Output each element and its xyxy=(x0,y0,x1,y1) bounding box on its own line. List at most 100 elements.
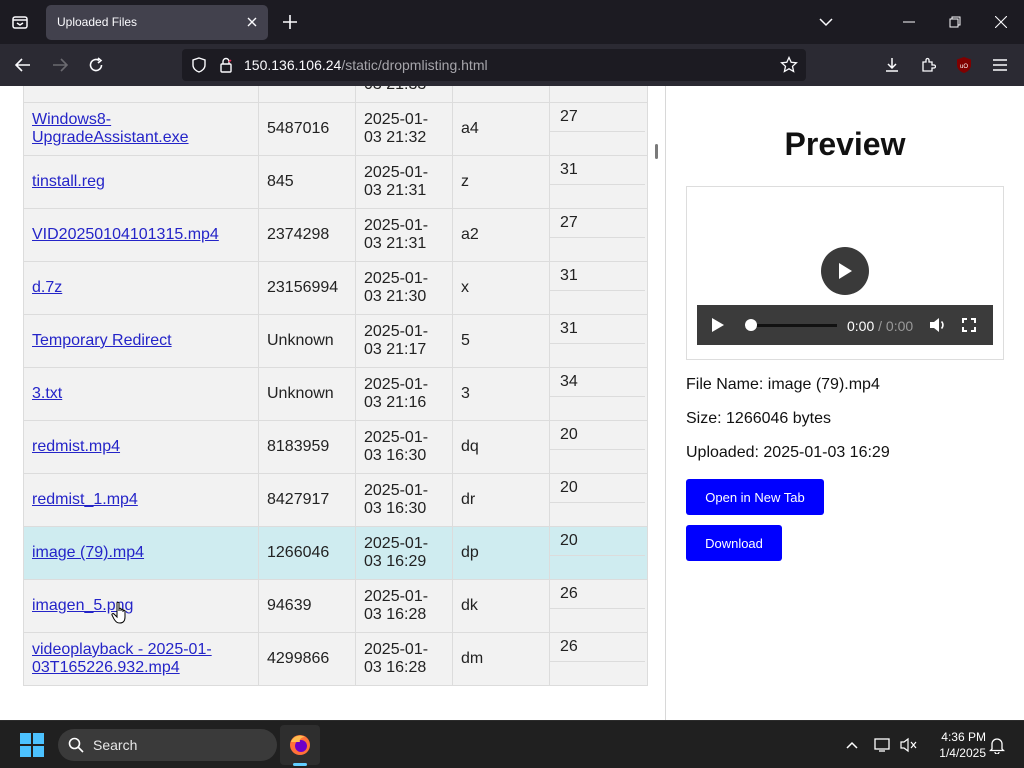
play-icon[interactable] xyxy=(709,316,727,334)
browser-tab-bar: Uploaded Files xyxy=(0,0,1024,44)
forward-arrow-icon[interactable] xyxy=(45,50,75,80)
file-num-cell: 20 xyxy=(549,473,648,527)
file-name-cell: redmist.mp4 xyxy=(23,420,259,474)
file-size-cell: 23156994 xyxy=(258,261,356,315)
file-size-cell: Unknown xyxy=(258,367,356,421)
time-display: 0:00 / 0:00 xyxy=(847,318,913,334)
firefox-taskbar-icon[interactable] xyxy=(280,725,320,765)
seek-track[interactable] xyxy=(745,324,837,327)
volume-icon[interactable] xyxy=(929,316,947,334)
chevron-down-icon[interactable] xyxy=(803,0,849,44)
file-row[interactable]: tinstall.reg 845 2025-01-03 21:31 z 31 xyxy=(23,155,648,209)
file-num-cell: 20 xyxy=(549,420,648,474)
file-num-cell: 27 xyxy=(549,208,648,262)
hand-cursor-icon xyxy=(111,601,126,624)
file-date-cell: 2025-01-03 21:33 xyxy=(355,86,453,103)
file-row[interactable]: redmist_1.mp4 8427917 2025-01-03 16:30 dr 20 xyxy=(23,473,648,527)
scrollbar-thumb[interactable] xyxy=(655,144,658,159)
file-row[interactable]: videoplayback - 2025-01-03T165226.932.mp… xyxy=(23,632,648,686)
file-link[interactable]: 3.txt xyxy=(32,385,250,403)
downloads-icon[interactable] xyxy=(877,50,907,80)
file-row[interactable]: mouse.iso12451842025-01-03 21:33a627 xyxy=(23,86,648,103)
file-link[interactable]: VID20250104101315.mp4 xyxy=(32,226,250,244)
file-num-value: 26 xyxy=(550,580,645,609)
file-row[interactable]: redmist.mp4 8183959 2025-01-03 16:30 dq 20 xyxy=(23,420,648,474)
fullscreen-icon[interactable] xyxy=(960,316,978,334)
search-label: Search xyxy=(93,737,138,753)
file-tag-cell: x xyxy=(452,261,550,315)
file-size-cell: 4299866 xyxy=(258,632,356,686)
file-link[interactable]: imagen_5.png xyxy=(32,597,250,615)
chevron-up-icon[interactable] xyxy=(842,735,862,755)
clock-date: 1/4/2025 xyxy=(939,746,986,760)
new-tab-icon[interactable] xyxy=(278,8,302,36)
file-tag-cell: 5 xyxy=(452,314,550,368)
system-clock[interactable]: 4:36 PM 1/4/2025 xyxy=(920,729,986,761)
lock-icon[interactable] xyxy=(216,55,236,75)
extensions-icon[interactable] xyxy=(913,50,943,80)
back-arrow-icon[interactable] xyxy=(8,50,38,80)
file-row[interactable]: Windows8-UpgradeAssistant.exe 5487016 2025… xyxy=(23,102,648,156)
file-num-cell: 27 xyxy=(549,102,648,156)
file-tag-cell: dm xyxy=(452,632,550,686)
file-link[interactable]: videoplayback - 2025-01-03T165226.932.mp… xyxy=(32,641,250,677)
tab-list-icon[interactable] xyxy=(6,8,34,36)
file-row[interactable]: 3.txt Unknown 2025-01-03 21:16 3 34 xyxy=(23,367,648,421)
file-name-cell: mouse.iso xyxy=(23,86,259,103)
reload-icon[interactable] xyxy=(81,50,111,80)
windows-start-icon[interactable] xyxy=(20,733,44,757)
file-num-value: 27 xyxy=(550,103,645,132)
file-link[interactable]: tinstall.reg xyxy=(32,173,250,191)
minimize-icon[interactable] xyxy=(886,0,932,44)
file-num-value: 20 xyxy=(550,527,645,556)
file-name-info: File Name: image (79).mp4 xyxy=(686,376,880,393)
time-current: 0:00 xyxy=(847,318,875,334)
file-row[interactable]: d.7z 23156994 2025-01-03 21:30 x 31 xyxy=(23,261,648,315)
file-num-cell: 34 xyxy=(549,367,648,421)
file-num-value: 26 xyxy=(550,633,645,662)
tab-uploaded-files[interactable]: Uploaded Files xyxy=(46,5,268,40)
file-size-cell: 1266046 xyxy=(258,526,356,580)
preview-title: Preview xyxy=(784,126,906,162)
file-num-cell: 31 xyxy=(549,155,648,209)
file-link[interactable]: Temporary Redirect xyxy=(32,332,250,350)
download-button[interactable]: Download xyxy=(686,525,782,561)
network-icon[interactable] xyxy=(873,735,893,755)
file-row[interactable]: image (79).mp4 1266046 2025-01-03 16:29 dp 2… xyxy=(23,526,648,580)
file-link[interactable]: Windows8-UpgradeAssistant.exe xyxy=(32,111,250,147)
file-link[interactable]: image (79).mp4 xyxy=(32,544,250,562)
bookmark-star-icon[interactable] xyxy=(779,55,799,75)
file-num-cell: 26 xyxy=(549,632,648,686)
notification-bell-icon[interactable] xyxy=(987,735,1007,755)
file-link[interactable]: redmist_1.mp4 xyxy=(32,491,250,509)
taskbar-search[interactable]: Search xyxy=(58,729,277,761)
file-link[interactable]: redmist.mp4 xyxy=(32,438,250,456)
file-size-cell: 845 xyxy=(258,155,356,209)
close-window-icon[interactable] xyxy=(978,0,1024,44)
file-list-pane[interactable]: mouse.iso12451842025-01-03 21:33a627Wind… xyxy=(0,86,665,720)
file-row[interactable]: VID20250104101315.mp4 2374298 2025-01-03 2… xyxy=(23,208,648,262)
menu-icon[interactable] xyxy=(985,50,1015,80)
file-date-cell: 2025-01-03 21:31 xyxy=(355,155,453,209)
file-tag-cell: dr xyxy=(452,473,550,527)
volume-muted-icon[interactable] xyxy=(899,735,919,755)
shield-icon[interactable] xyxy=(189,55,209,75)
file-num-value: 31 xyxy=(550,156,645,185)
video-player[interactable]: 0:00 / 0:00 xyxy=(686,186,1004,360)
seek-knob[interactable] xyxy=(745,319,757,331)
open-in-new-tab-button[interactable]: Open in New Tab xyxy=(686,479,824,515)
url-bar[interactable]: 150.136.106.24/static/dropmlisting.html xyxy=(182,49,806,81)
active-app-indicator xyxy=(293,763,307,766)
file-name-cell: imagen_5.png xyxy=(23,579,259,633)
restore-icon[interactable] xyxy=(932,0,978,44)
clock-time: 4:36 PM xyxy=(941,730,986,744)
file-name-cell: Windows8-UpgradeAssistant.exe xyxy=(23,102,259,156)
file-link[interactable]: d.7z xyxy=(32,279,250,297)
file-row[interactable]: Temporary Redirect Unknown 2025-01-03 21:1… xyxy=(23,314,648,368)
close-tab-icon[interactable] xyxy=(244,14,260,30)
file-table: mouse.iso12451842025-01-03 21:33a627Wind… xyxy=(23,86,648,686)
file-tag-cell: z xyxy=(452,155,550,209)
ublock-icon[interactable]: uO xyxy=(949,50,979,80)
file-tag-cell: dq xyxy=(452,420,550,474)
big-play-icon[interactable] xyxy=(821,247,869,295)
